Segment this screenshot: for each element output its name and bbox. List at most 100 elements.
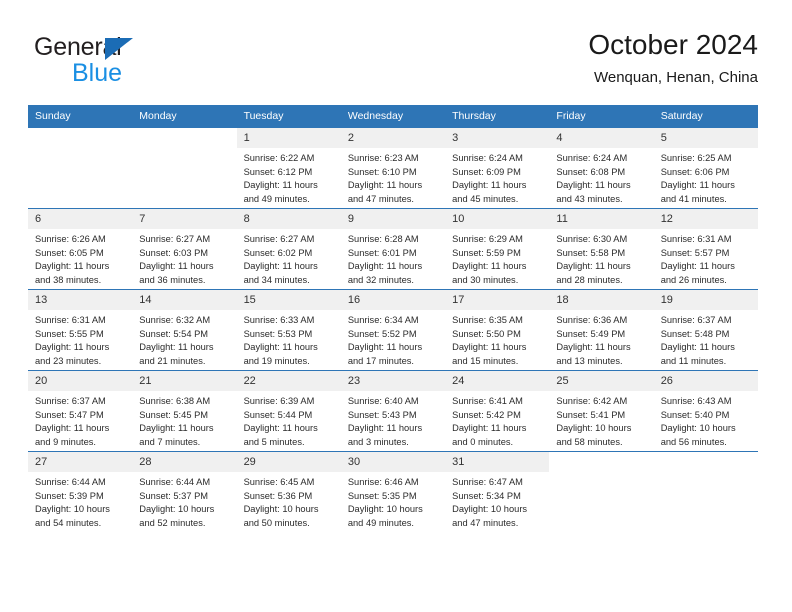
sunrise-text: Sunrise: 6:30 AM <box>556 234 628 244</box>
day-details: Sunrise: 6:37 AM Sunset: 5:47 PM Daylight:… <box>28 391 132 449</box>
day-number <box>132 128 237 148</box>
daylight-text: Daylight: 10 hours and 47 minutes. <box>452 504 528 528</box>
day-details: Sunrise: 6:30 AM Sunset: 5:58 PM Daylight:… <box>549 229 653 287</box>
day-number: 15 <box>236 290 341 310</box>
sunrise-text: Sunrise: 6:35 AM <box>452 315 523 325</box>
calendar-week-row: 27 Sunrise: 6:44 AM Sunset: 5:39 PM Dayligh… <box>28 451 758 532</box>
calendar-week-row: 20 Sunrise: 6:37 AM Sunset: 5:47 PM Dayligh… <box>28 370 758 452</box>
day-details: Sunrise: 6:29 AM Sunset: 5:59 PM Daylight:… <box>445 229 549 287</box>
day-number: 13 <box>28 290 133 310</box>
sunrise-text: Sunrise: 6:37 AM <box>35 396 106 406</box>
calendar-day-cell[interactable]: 25 Sunrise: 6:42 AM Sunset: 5:41 PM Dayligh… <box>549 370 654 452</box>
daylight-text: Daylight: 11 hours and 28 minutes. <box>556 261 631 285</box>
daylight-text: Daylight: 11 hours and 49 minutes. <box>243 180 318 204</box>
sunrise-text: Sunrise: 6:45 AM <box>243 477 315 487</box>
calendar-day-cell[interactable]: 19 Sunrise: 6:37 AM Sunset: 5:48 PM Dayligh… <box>653 289 758 371</box>
day-details: Sunrise: 6:45 AM Sunset: 5:36 PM Daylight:… <box>237 472 341 530</box>
daylight-text: Daylight: 11 hours and 3 minutes. <box>347 423 423 447</box>
calendar-day-cell[interactable]: 13 Sunrise: 6:31 AM Sunset: 5:55 PM Dayligh… <box>28 289 133 371</box>
sunrise-text: Sunrise: 6:27 AM <box>139 234 211 244</box>
title-block: October 2024 Wenquan, Henan, China <box>588 28 758 89</box>
day-details: Sunrise: 6:33 AM Sunset: 5:53 PM Daylight:… <box>237 310 341 368</box>
sunrise-text: Sunrise: 6:43 AM <box>660 396 732 406</box>
calendar-day-cell[interactable]: 28 Sunrise: 6:44 AM Sunset: 5:37 PM Dayligh… <box>132 451 237 532</box>
calendar-day-cell[interactable]: 3 Sunrise: 6:24 AM Sunset: 6:09 PM Daylight… <box>445 127 550 209</box>
calendar-week-row: 1 Sunrise: 6:22 AM Sunset: 6:12 PM Daylight… <box>28 127 758 209</box>
sunset-text: Sunset: 5:35 PM <box>347 490 417 501</box>
daylight-text: Daylight: 11 hours and 30 minutes. <box>452 261 527 285</box>
day-details: Sunrise: 6:44 AM Sunset: 5:39 PM Daylight:… <box>28 472 132 530</box>
calendar-day-cell[interactable]: 29 Sunrise: 6:45 AM Sunset: 5:36 PM Dayligh… <box>236 451 341 532</box>
calendar-head: Sunday Monday Tuesday Wednesday Thursday… <box>28 105 758 128</box>
calendar-day-cell[interactable]: 11 Sunrise: 6:30 AM Sunset: 5:58 PM Dayligh… <box>549 208 654 290</box>
calendar-day-cell[interactable]: 7 Sunrise: 6:27 AM Sunset: 6:03 PM Daylight… <box>132 208 237 290</box>
calendar-day-cell[interactable]: 1 Sunrise: 6:22 AM Sunset: 6:12 PM Daylight… <box>236 127 341 209</box>
day-details: Sunrise: 6:37 AM Sunset: 5:48 PM Daylight:… <box>654 310 758 368</box>
sunset-text: Sunset: 5:50 PM <box>452 328 521 339</box>
calendar-day-cell[interactable]: 8 Sunrise: 6:27 AM Sunset: 6:02 PM Daylight… <box>236 208 341 290</box>
day-number: 3 <box>445 128 550 148</box>
brand-logo[interactable]: General Blue <box>34 32 214 94</box>
calendar-day-cell[interactable]: 26 Sunrise: 6:43 AM Sunset: 5:40 PM Dayligh… <box>653 370 758 452</box>
calendar-day-cell-empty <box>653 451 758 532</box>
day-number: 29 <box>236 452 341 472</box>
calendar-day-cell[interactable]: 20 Sunrise: 6:37 AM Sunset: 5:47 PM Dayligh… <box>28 370 133 452</box>
weekday-header-wednesday: Wednesday <box>340 105 446 128</box>
day-number: 10 <box>445 209 550 229</box>
sunrise-text: Sunrise: 6:44 AM <box>35 477 106 487</box>
calendar-day-cell-empty <box>549 451 654 532</box>
calendar-day-cell[interactable]: 16 Sunrise: 6:34 AM Sunset: 5:52 PM Dayligh… <box>340 289 446 371</box>
calendar-day-cell[interactable]: 4 Sunrise: 6:24 AM Sunset: 6:08 PM Daylight… <box>549 127 654 209</box>
daylight-text: Daylight: 11 hours and 41 minutes. <box>660 180 735 204</box>
calendar-day-cell[interactable]: 15 Sunrise: 6:33 AM Sunset: 5:53 PM Dayligh… <box>236 289 341 371</box>
sunset-text: Sunset: 6:01 PM <box>347 247 417 258</box>
calendar-day-cell[interactable]: 14 Sunrise: 6:32 AM Sunset: 5:54 PM Dayligh… <box>132 289 237 371</box>
calendar-day-cell[interactable]: 5 Sunrise: 6:25 AM Sunset: 6:06 PM Daylight… <box>653 127 758 209</box>
sunset-text: Sunset: 6:09 PM <box>452 166 521 177</box>
day-number: 5 <box>653 128 758 148</box>
sunset-text: Sunset: 6:03 PM <box>139 247 209 258</box>
day-number: 7 <box>132 209 237 229</box>
calendar-day-cell[interactable]: 23 Sunrise: 6:40 AM Sunset: 5:43 PM Dayligh… <box>340 370 446 452</box>
daylight-text: Daylight: 11 hours and 21 minutes. <box>139 342 214 366</box>
calendar-day-cell[interactable]: 10 Sunrise: 6:29 AM Sunset: 5:59 PM Dayligh… <box>445 208 550 290</box>
day-number: 16 <box>340 290 446 310</box>
calendar-day-cell[interactable]: 31 Sunrise: 6:47 AM Sunset: 5:34 PM Dayligh… <box>445 451 550 532</box>
page-subtitle: Wenquan, Henan, China <box>593 69 758 86</box>
calendar-day-cell[interactable]: 6 Sunrise: 6:26 AM Sunset: 6:05 PM Daylight… <box>28 208 133 290</box>
daylight-text: Daylight: 11 hours and 9 minutes. <box>35 423 110 447</box>
sunset-text: Sunset: 5:48 PM <box>660 328 730 339</box>
day-number: 11 <box>549 209 654 229</box>
daylight-text: Daylight: 10 hours and 58 minutes. <box>556 423 632 447</box>
sunrise-text: Sunrise: 6:46 AM <box>347 477 419 487</box>
sunrise-text: Sunrise: 6:40 AM <box>347 396 419 406</box>
calendar-day-cell[interactable]: 18 Sunrise: 6:36 AM Sunset: 5:49 PM Dayligh… <box>549 289 654 371</box>
daylight-text: Daylight: 11 hours and 26 minutes. <box>660 261 735 285</box>
page-title: October 2024 <box>588 29 758 60</box>
daylight-text: Daylight: 11 hours and 36 minutes. <box>139 261 214 285</box>
sunset-text: Sunset: 5:37 PM <box>139 490 209 501</box>
sunrise-text: Sunrise: 6:34 AM <box>347 315 419 325</box>
sunrise-text: Sunrise: 6:39 AM <box>243 396 315 406</box>
calendar-day-cell-empty <box>132 127 237 209</box>
day-number: 23 <box>340 371 446 391</box>
sunrise-text: Sunrise: 6:33 AM <box>243 315 315 325</box>
sunset-text: Sunset: 5:34 PM <box>452 490 521 501</box>
day-details: Sunrise: 6:46 AM Sunset: 5:35 PM Daylight:… <box>341 472 445 530</box>
calendar-day-cell[interactable]: 9 Sunrise: 6:28 AM Sunset: 6:01 PM Daylight… <box>340 208 446 290</box>
calendar-day-cell[interactable]: 30 Sunrise: 6:46 AM Sunset: 5:35 PM Dayligh… <box>340 451 446 532</box>
calendar-day-cell[interactable]: 12 Sunrise: 6:31 AM Sunset: 5:57 PM Dayligh… <box>653 208 758 290</box>
sunset-text: Sunset: 5:40 PM <box>660 409 730 420</box>
calendar-day-cell[interactable]: 22 Sunrise: 6:39 AM Sunset: 5:44 PM Dayligh… <box>236 370 341 452</box>
sunset-text: Sunset: 6:08 PM <box>556 166 626 177</box>
weekday-header-friday: Friday <box>549 105 654 128</box>
sunrise-text: Sunrise: 6:28 AM <box>347 234 419 244</box>
calendar-day-cell[interactable]: 2 Sunrise: 6:23 AM Sunset: 6:10 PM Daylight… <box>340 127 446 209</box>
day-number: 21 <box>132 371 237 391</box>
sunrise-text: Sunrise: 6:32 AM <box>139 315 211 325</box>
sunset-text: Sunset: 5:57 PM <box>660 247 730 258</box>
calendar-day-cell[interactable]: 21 Sunrise: 6:38 AM Sunset: 5:45 PM Dayligh… <box>132 370 237 452</box>
calendar-day-cell[interactable]: 24 Sunrise: 6:41 AM Sunset: 5:42 PM Dayligh… <box>445 370 550 452</box>
calendar-day-cell[interactable]: 17 Sunrise: 6:35 AM Sunset: 5:50 PM Dayligh… <box>445 289 550 371</box>
calendar-day-cell[interactable]: 27 Sunrise: 6:44 AM Sunset: 5:39 PM Dayligh… <box>28 451 133 532</box>
